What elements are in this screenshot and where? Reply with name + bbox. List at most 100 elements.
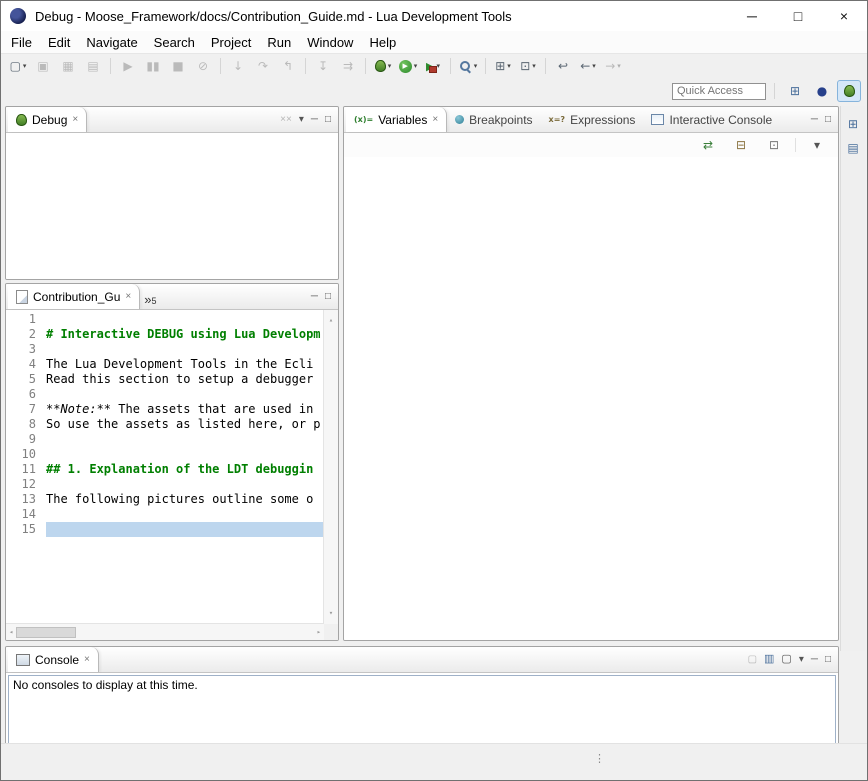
editor-text[interactable]: # Interactive DEBUG using Lua Developm Th… [46,312,324,624]
drop-to-frame-button[interactable]: ↧ [311,56,335,76]
minimized-view-stack-icon[interactable]: ▤ [847,142,858,154]
dropdown-arrow-icon[interactable]: ▾ [507,62,511,70]
menu-help[interactable]: Help [361,32,404,53]
minimize-view-button[interactable]: ─ [811,115,818,125]
open-element-button[interactable]: ⊡▾ [516,56,540,76]
maximize-view-button[interactable]: □ [825,655,831,665]
tab-debug[interactable]: Debug × [8,107,87,132]
ldt-perspective-button[interactable]: ● [810,80,834,102]
clear-console-button[interactable]: ▢ [748,655,757,665]
code-line[interactable]: So use the assets as listed here, or p [46,417,324,432]
menu-navigate[interactable]: Navigate [78,32,145,53]
show-logical-structure-button[interactable]: ⇄ [696,135,720,155]
debug-perspective-button[interactable] [837,80,861,102]
maximize-view-button[interactable]: □ [325,115,331,125]
save-all-button[interactable]: ▦ [56,56,80,76]
minimize-view-button[interactable]: ─ [311,115,318,125]
new-wizard-button[interactable]: ⊞▾ [491,56,515,76]
quick-access-input[interactable] [672,83,766,100]
sash-grip[interactable]: ⋮ [594,752,604,765]
close-tab-icon[interactable]: × [72,114,78,125]
maximize-button[interactable]: □ [775,1,821,31]
scroll-down-button[interactable]: ▾ [329,606,333,621]
search-button[interactable]: ▾ [456,56,480,76]
close-tab-icon[interactable]: × [84,654,90,665]
vertical-scrollbar[interactable]: ▴ ▾ [323,310,338,624]
step-over-button[interactable]: ↷ [251,56,275,76]
maximize-view-button[interactable]: □ [825,115,831,125]
scroll-up-button[interactable]: ▴ [329,313,333,328]
external-tools-button[interactable]: ▶▾ [421,56,445,76]
view-menu-button[interactable]: ▾ [805,135,829,155]
use-step-filters-button[interactable]: ⇉ [336,56,360,76]
dropdown-arrow-icon[interactable]: ▾ [532,62,536,70]
back-button[interactable]: ←▾ [576,56,600,76]
tab-contribution-guide[interactable]: Contribution_Gu × [8,284,140,309]
tab-interactive-console[interactable]: Interactive Console [643,107,780,132]
code-line[interactable] [46,312,324,327]
code-line[interactable]: # Interactive DEBUG using Lua Developm [46,327,324,342]
minimize-view-button[interactable]: ─ [311,292,318,302]
disconnect-button[interactable]: ⊘ [191,56,215,76]
close-tab-icon[interactable]: × [432,114,438,125]
tab-breakpoints[interactable]: Breakpoints [447,107,540,132]
save-button[interactable]: ▣ [31,56,55,76]
tab-variables[interactable]: (x)=Variables× [346,107,447,132]
code-line[interactable] [46,507,324,522]
code-line[interactable] [46,432,324,447]
dropdown-arrow-icon[interactable]: ▾ [617,62,621,70]
step-into-button[interactable]: ↓ [226,56,250,76]
view-menu-button[interactable]: ▾ [299,115,304,125]
scroll-right-button[interactable]: ▸ [317,625,321,640]
code-line[interactable]: ## 1. Explanation of the LDT debuggin [46,462,324,477]
pin-view-button[interactable]: ⊡ [762,135,786,155]
debug-button[interactable]: ▾ [371,56,395,76]
collapse-all-button[interactable]: ⊟ [729,135,753,155]
new-button[interactable]: ▢▾ [6,56,30,76]
code-line[interactable]: The Lua Development Tools in the Ecli [46,357,324,372]
scrollbar-thumb[interactable] [16,627,76,638]
code-line[interactable] [46,387,324,402]
dropdown-arrow-icon[interactable]: ▾ [23,62,27,70]
code-line[interactable]: **Note:** The assets that are used in [46,402,324,417]
open-console-dropdown-icon[interactable]: ▾ [799,655,804,665]
forward-button[interactable]: →▾ [601,56,625,76]
minimize-button[interactable]: ─ [729,1,775,31]
resume-button[interactable]: ▶ [116,56,140,76]
tab-expressions[interactable]: x=?Expressions [541,107,644,132]
open-perspective-button[interactable]: ⊞ [783,80,807,102]
maximize-view-button[interactable]: □ [325,292,331,302]
dropdown-arrow-icon[interactable]: ▾ [388,62,392,70]
menu-window[interactable]: Window [299,32,361,53]
terminate-button[interactable]: ■ [166,56,190,76]
menu-run[interactable]: Run [259,32,299,53]
display-selected-console-button[interactable]: ▥ [764,654,774,665]
dropdown-arrow-icon[interactable]: ▾ [592,62,596,70]
menu-edit[interactable]: Edit [40,32,78,53]
run-button[interactable]: ▶▾ [396,56,420,76]
code-line[interactable]: The following pictures outline some o [46,492,324,507]
remove-all-terminated-button[interactable]: ×× [280,115,292,125]
dropdown-arrow-icon[interactable]: ▾ [474,62,478,70]
tab-console[interactable]: Console × [8,647,99,672]
step-return-button[interactable]: ↰ [276,56,300,76]
code-line[interactable] [46,477,324,492]
close-tab-icon[interactable]: × [125,291,131,302]
editor-content[interactable]: 123456789101112131415 # Interactive DEBU… [6,310,338,640]
last-edit-location-button[interactable]: ↩ [551,56,575,76]
code-line[interactable] [46,447,324,462]
menu-project[interactable]: Project [203,32,259,53]
menu-search[interactable]: Search [146,32,203,53]
restore-view-icon[interactable]: ⊞ [848,118,858,130]
code-line[interactable] [46,522,324,537]
code-line[interactable] [46,342,324,357]
open-console-button[interactable]: ▢ [781,654,791,665]
console-output[interactable]: No consoles to display at this time. [8,675,836,745]
editor-overflow-tabs[interactable]: » 5 [140,284,162,309]
horizontal-scrollbar[interactable]: ◂ ▸ [6,623,324,640]
close-button[interactable]: × [821,1,867,31]
minimize-view-button[interactable]: ─ [811,655,818,665]
code-line[interactable]: Read this section to setup a debugger [46,372,324,387]
print-button[interactable]: ▤ [81,56,105,76]
menu-file[interactable]: File [3,32,40,53]
